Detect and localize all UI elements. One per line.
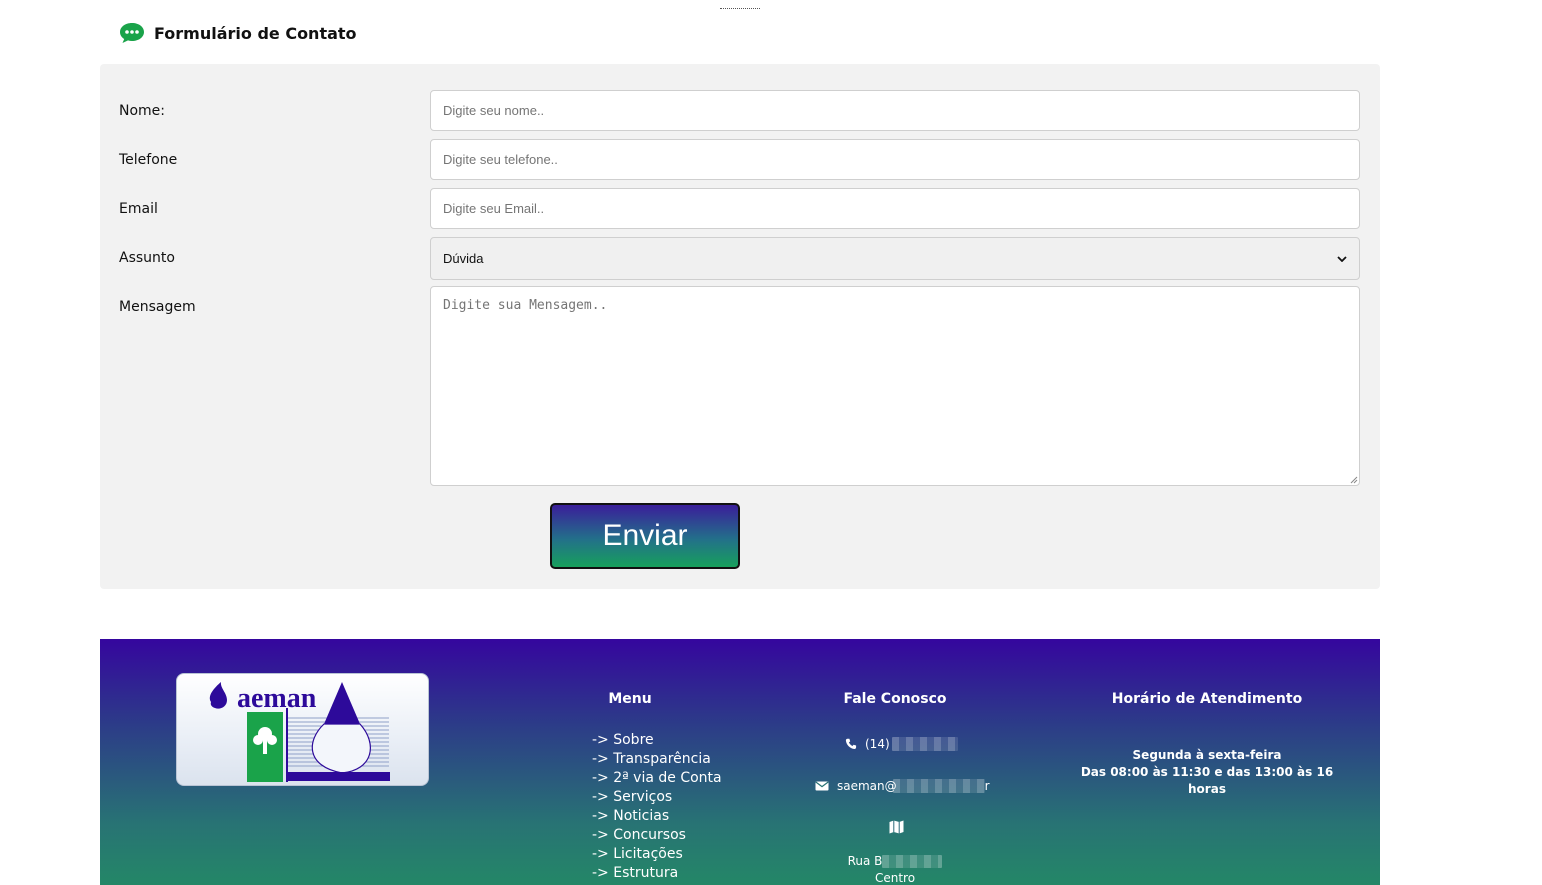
footer-menu: -> Sobre -> Transparência -> 2ª via de C… [592,731,722,883]
contact-email-prefix: saeman@ [837,779,897,793]
saeman-logo-graphic: aeman [209,682,390,782]
redacted-address [882,855,943,868]
redacted-email [892,779,985,793]
hours-times: Das 08:00 às 11:30 e das 13:00 às 16 hor… [1080,765,1334,796]
contact-email: saeman@ r [815,779,990,793]
hours-info: Segunda à sexta-feira Das 08:00 às 11:30… [1060,747,1354,798]
chevron-down-icon [1337,255,1347,262]
footer: aeman Menu -> Sobre -> Transparência -> … [100,639,1380,885]
contact-email-suffix: r [984,779,990,793]
page: Formulário de Contato Nome: Telefone Ema… [0,0,1542,885]
contact-phone-text: (14) [865,737,890,751]
menu-item-noticias[interactable]: -> Noticias [592,807,722,826]
phone-label: Telefone [119,152,178,168]
menu-item-sobre[interactable]: -> Sobre [592,731,722,750]
contact-address: Rua B [795,854,995,868]
map-icon [889,820,904,834]
email-input[interactable] [430,188,1360,229]
phone-input[interactable] [430,139,1360,180]
message-label: Mensagem [119,299,196,315]
address-street: Rua B [847,854,883,868]
saeman-logo: aeman [176,673,429,786]
form-header: Formulário de Contato [119,20,357,46]
menu-item-estrutura[interactable]: -> Estrutura [592,864,722,883]
contact-form: Nome: Telefone Email Assunto Dúvida Mens… [100,64,1380,589]
contact-phone: (14) [845,737,958,751]
form-title: Formulário de Contato [154,23,357,43]
menu-item-segunda-via[interactable]: -> 2ª via de Conta [592,769,722,788]
submit-button[interactable]: Enviar [550,503,740,569]
name-input[interactable] [430,90,1360,131]
hours-title: Horário de Atendimento [1111,691,1303,707]
redacted-phone [891,737,958,751]
menu-title: Menu [608,691,652,707]
hours-days: Segunda à sexta-feira [1132,748,1282,762]
menu-item-transparencia[interactable]: -> Transparência [592,750,722,769]
message-textarea[interactable] [430,286,1360,486]
top-divider [720,8,760,9]
menu-item-servicos[interactable]: -> Serviços [592,788,722,807]
phone-icon [845,738,857,750]
envelope-icon [815,781,829,791]
address-district: Centro [874,871,916,885]
resize-handle-icon[interactable] [1350,476,1358,484]
subject-selected-value: Dúvida [443,251,484,266]
email-label: Email [119,201,158,217]
menu-item-licitacoes[interactable]: -> Licitações [592,845,722,864]
chat-bubble-icon [120,23,144,43]
logo-wordmark: aeman [237,683,317,714]
contact-title: Fale Conosco [843,691,947,707]
name-label: Nome: [119,103,166,119]
subject-label: Assunto [119,250,175,266]
subject-select[interactable]: Dúvida [430,237,1360,280]
menu-item-concursos[interactable]: -> Concursos [592,826,722,845]
